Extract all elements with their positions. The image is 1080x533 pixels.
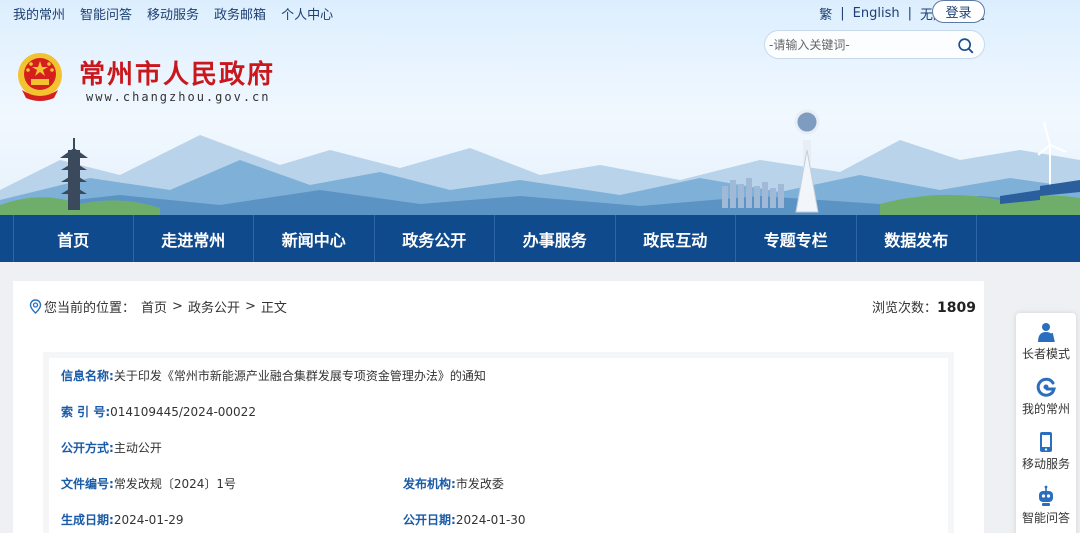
published-date-field: 公开日期:2024-01-30	[403, 511, 526, 528]
view-count-value: 1809	[937, 300, 976, 316]
doc-number-value: 常发改规〔2024〕1号	[113, 477, 236, 491]
nav-item-special-topics[interactable]: 专题专栏	[736, 215, 857, 262]
side-item-label: 移动服务	[1021, 457, 1070, 471]
open-mode-label: 公开方式:	[61, 441, 114, 455]
site-title[interactable]: 常州市人民政府	[79, 54, 275, 91]
breadcrumb-prefix: 您当前的位置：	[44, 301, 136, 316]
published-date-label: 公开日期:	[403, 513, 456, 527]
breadcrumb: 您当前的位置： 首页 > 政务公开 > 正文	[29, 297, 287, 316]
info-row-dates: 生成日期:2024-01-29 公开日期:2024-01-30	[61, 511, 661, 528]
created-date-value: 2024-01-29	[113, 513, 184, 527]
breadcrumb-current: 正文	[260, 301, 287, 316]
created-date-label: 生成日期:	[61, 513, 114, 527]
header-banner: 我的常州 智能问答 移动服务 政务邮箱 个人中心 繁 | English | 无…	[0, 0, 1080, 215]
robot-icon	[1039, 485, 1053, 506]
info-row-doc-number: 文件编号:常发改规〔2024〕1号 发布机构:市发改委	[61, 475, 661, 492]
info-row-index: 索 引 号:014109445/2024-00022	[61, 403, 256, 420]
top-link-my-changzhou[interactable]: 我的常州	[13, 4, 65, 23]
nav-item-services[interactable]: 办事服务	[495, 215, 616, 262]
mobile-icon	[1040, 432, 1052, 452]
location-pin-icon	[29, 299, 42, 314]
side-item-label: 长者模式	[1021, 347, 1070, 361]
side-item-elder-mode[interactable]: 长者模式	[1016, 321, 1076, 362]
top-link-gov-mail[interactable]: 政务邮箱	[214, 4, 266, 23]
nav-item-data-release[interactable]: 数据发布	[857, 215, 977, 262]
open-mode-value: 主动公开	[113, 441, 162, 455]
side-item-label: 我的常州	[1021, 402, 1070, 416]
elder-icon	[1038, 323, 1055, 343]
document-info-box: 信息名称:关于印发《常州市新能源产业融合集群发展专项资金管理办法》的通知 索 引…	[43, 352, 954, 533]
view-count-label: 浏览次数：	[872, 301, 938, 316]
side-item-my-changzhou[interactable]: 我的常州	[1016, 376, 1076, 417]
index-label: 索 引 号:	[61, 405, 111, 419]
side-toolbar: 长者模式 我的常州 移动服务 智能问答	[1016, 313, 1076, 533]
search-box	[764, 30, 985, 59]
title-label: 信息名称:	[61, 369, 114, 383]
login-button[interactable]: 登录	[932, 0, 985, 23]
info-row-open-mode: 公开方式:主动公开	[61, 439, 162, 456]
nav-item-news-center[interactable]: 新闻中心	[254, 215, 375, 262]
top-link-mobile-service[interactable]: 移动服务	[147, 4, 199, 23]
publisher-field: 发布机构:市发改委	[403, 475, 504, 492]
breadcrumb-separator: >	[244, 299, 256, 314]
side-item-mobile-service[interactable]: 移动服务	[1016, 431, 1076, 472]
separator: |	[907, 6, 912, 21]
main-nav: 首页 走进常州 新闻中心 政务公开 办事服务 政民互动 专题专栏 数据发布	[0, 215, 1080, 262]
nav-item-interaction[interactable]: 政民互动	[616, 215, 736, 262]
traditional-chinese-link[interactable]: 繁	[819, 4, 832, 23]
site-url: www.changzhou.gov.cn	[86, 90, 271, 104]
publisher-label: 发布机构:	[403, 477, 456, 491]
mycz-icon	[1036, 377, 1056, 397]
published-date-value: 2024-01-30	[455, 513, 526, 527]
nav-item-home[interactable]: 首页	[13, 215, 134, 262]
top-links: 我的常州 智能问答 移动服务 政务邮箱 个人中心	[13, 4, 333, 23]
title-value: 关于印发《常州市新能源产业融合集群发展专项资金管理办法》的通知	[113, 369, 486, 383]
separator: |	[840, 6, 845, 21]
view-count: 浏览次数：1809	[872, 297, 976, 316]
article-panel: 您当前的位置： 首页 > 政务公开 > 正文 浏览次数：1809 信息名称:关于…	[13, 281, 984, 533]
search-input[interactable]	[769, 35, 949, 55]
side-item-smart-qa[interactable]: 智能问答	[1016, 485, 1076, 526]
top-link-smart-qa[interactable]: 智能问答	[80, 4, 132, 23]
info-row-title: 信息名称:关于印发《常州市新能源产业融合集群发展专项资金管理办法》的通知	[61, 367, 486, 384]
index-value: 014109445/2024-00022	[110, 405, 256, 419]
breadcrumb-separator: >	[172, 299, 183, 314]
breadcrumb-gov-disclosure[interactable]: 政务公开	[188, 297, 240, 316]
english-link[interactable]: English	[853, 6, 900, 21]
nav-item-about-changzhou[interactable]: 走进常州	[134, 215, 254, 262]
search-icon[interactable]	[957, 37, 974, 54]
nav-item-gov-disclosure[interactable]: 政务公开	[375, 215, 495, 262]
national-emblem-icon	[18, 53, 62, 101]
publisher-value: 市发改委	[455, 477, 504, 491]
doc-number-label: 文件编号:	[61, 477, 114, 491]
breadcrumb-home[interactable]: 首页	[141, 297, 167, 316]
top-link-personal-center[interactable]: 个人中心	[281, 4, 333, 23]
side-item-label: 智能问答	[1021, 511, 1070, 525]
